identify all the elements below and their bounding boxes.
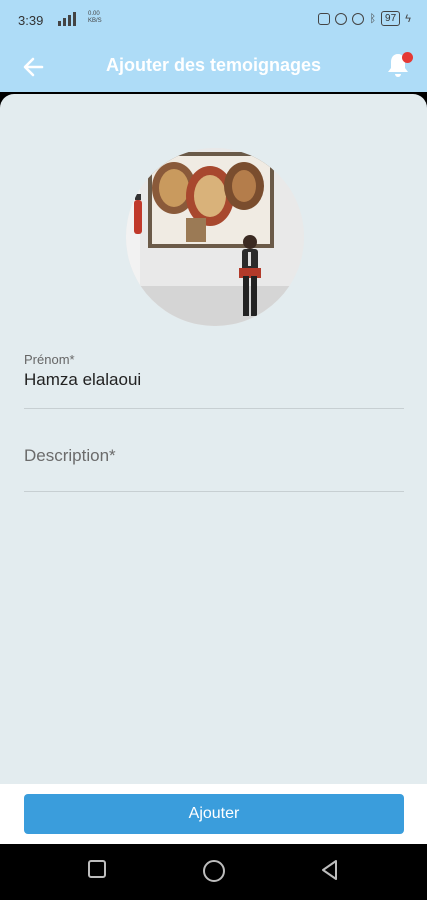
square-icon	[88, 860, 106, 878]
profile-photo[interactable]	[126, 148, 304, 326]
triangle-back-icon	[322, 860, 337, 880]
alarm-icon	[352, 12, 365, 25]
prenom-input[interactable]: Hamza elalaoui	[24, 370, 404, 390]
signal-icon	[58, 12, 76, 26]
system-nav-bar	[0, 844, 427, 900]
network-speed: 0.00 KB/S	[88, 11, 102, 24]
battery-icon: 97	[381, 11, 401, 26]
prenom-label: Prénom*	[24, 352, 75, 367]
page-title: Ajouter des temoignages	[105, 55, 322, 75]
prenom-field[interactable]: Prénom* Hamza elalaoui	[24, 352, 404, 409]
back-nav-button[interactable]	[318, 858, 342, 887]
avatar-image	[126, 148, 304, 326]
circle-icon	[203, 860, 225, 882]
home-button[interactable]	[201, 858, 227, 889]
prenom-underline	[24, 408, 404, 409]
charging-icon: ϟ	[405, 12, 411, 25]
description-field[interactable]: Description*	[24, 446, 404, 492]
main-content: Prénom* Hamza elalaoui Description*	[0, 94, 427, 784]
notification-badge	[402, 52, 413, 63]
bottom-action-bar: Ajouter	[0, 784, 427, 844]
app-bar: Ajouter des temoignages	[0, 42, 427, 92]
status-time: 3:39	[18, 13, 44, 28]
car-icon	[318, 12, 331, 25]
status-icons: ᛒ 97 ϟ	[318, 11, 411, 26]
description-input[interactable]: Description*	[24, 446, 404, 466]
description-underline	[24, 491, 404, 492]
recent-apps-button[interactable]	[86, 858, 108, 885]
ajouter-button[interactable]: Ajouter	[24, 794, 404, 834]
status-bar: 3:39 0.00 KB/S ᛒ 97 ϟ	[0, 0, 427, 42]
bluetooth-icon: ᛒ	[369, 12, 377, 25]
sync-icon	[335, 12, 348, 25]
